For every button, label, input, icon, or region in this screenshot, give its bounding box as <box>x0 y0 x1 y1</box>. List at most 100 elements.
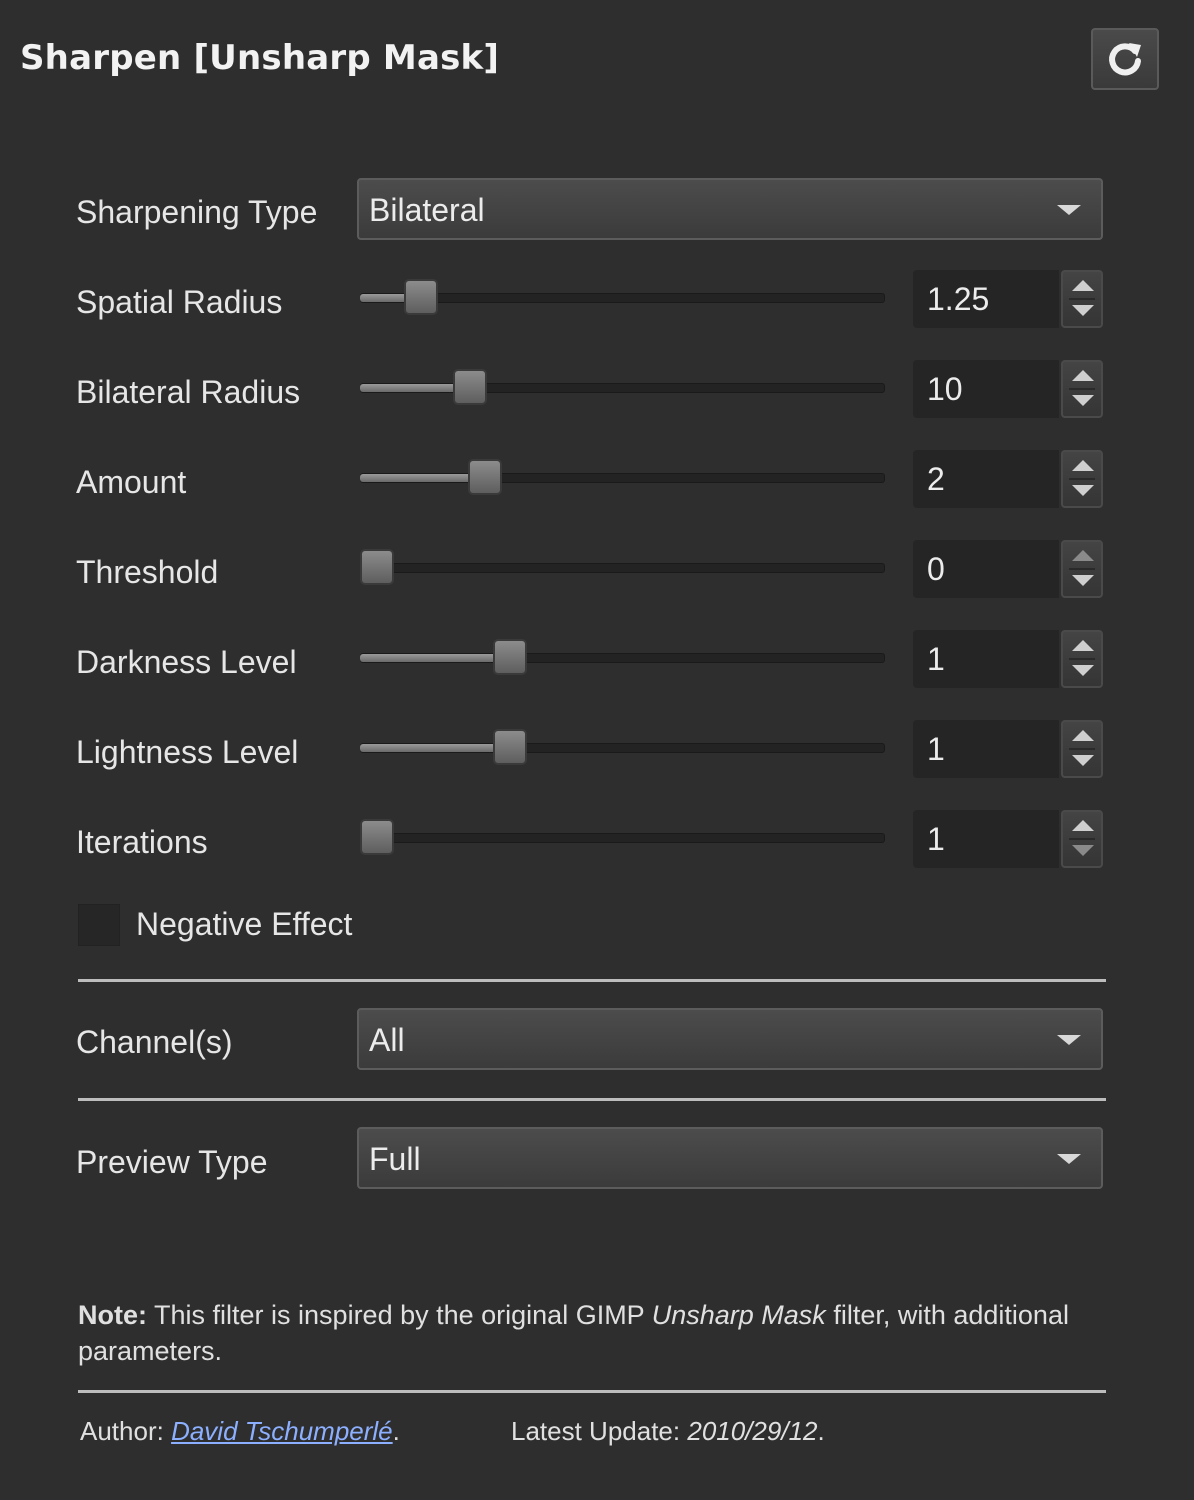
spin-up-icon[interactable] <box>1072 370 1094 381</box>
slider-fill <box>360 654 510 662</box>
channels-value: All <box>369 1022 405 1058</box>
divider <box>78 1390 1106 1393</box>
spin-down-icon[interactable] <box>1072 845 1094 856</box>
lightness-level-value: 1 <box>927 731 945 767</box>
sharpening-type-value: Bilateral <box>369 192 485 228</box>
amount-slider[interactable] <box>360 457 885 501</box>
bilateral-radius-slider[interactable] <box>360 367 885 411</box>
spin-up-icon[interactable] <box>1072 640 1094 651</box>
spin-down-icon[interactable] <box>1072 485 1094 496</box>
sharpening-type-label: Sharpening Type <box>76 194 318 230</box>
spin-down-icon[interactable] <box>1072 575 1094 586</box>
bilateral-radius-input[interactable]: 10 <box>913 360 1059 418</box>
lightness-level-input[interactable]: 1 <box>913 720 1059 778</box>
author-suffix: . <box>392 1416 400 1446</box>
amount-value: 2 <box>927 461 945 497</box>
darkness-level-label: Darkness Level <box>76 644 297 680</box>
slider-handle[interactable] <box>453 369 488 405</box>
slider-groove <box>360 833 885 843</box>
darkness-level-value: 1 <box>927 641 945 677</box>
preview-type-select[interactable]: Full <box>357 1127 1103 1189</box>
slider-handle[interactable] <box>492 729 527 765</box>
threshold-spinbox[interactable]: 0 <box>913 540 1103 598</box>
bilateral-radius-label: Bilateral Radius <box>76 374 301 410</box>
slider-handle[interactable] <box>360 819 394 855</box>
spin-down-icon[interactable] <box>1072 665 1094 676</box>
spin-up-icon[interactable] <box>1072 280 1094 291</box>
spin-buttons[interactable] <box>1061 360 1103 418</box>
spin-buttons[interactable] <box>1061 540 1103 598</box>
update-line: Latest Update: 2010/29/12. <box>511 1416 825 1447</box>
slider-fill <box>360 744 510 752</box>
lightness-level-spinbox[interactable]: 1 <box>913 720 1103 778</box>
spin-up-icon[interactable] <box>1072 460 1094 471</box>
threshold-label: Threshold <box>76 554 219 590</box>
slider-handle[interactable] <box>468 459 503 495</box>
channels-select[interactable]: All <box>357 1008 1103 1070</box>
slider-handle[interactable] <box>492 639 527 675</box>
spatial-radius-spinbox[interactable]: 1.25 <box>913 270 1103 328</box>
bilateral-radius-spinbox[interactable]: 10 <box>913 360 1103 418</box>
amount-spinbox[interactable]: 2 <box>913 450 1103 508</box>
threshold-value: 0 <box>927 551 945 587</box>
amount-label: Amount <box>76 464 187 500</box>
chevron-down-icon <box>1057 205 1081 215</box>
author-line: Author: David Tschumperlé. <box>80 1416 400 1447</box>
channels-label: Channel(s) <box>76 1024 233 1060</box>
lightness-level-slider[interactable] <box>360 727 885 771</box>
spatial-radius-value: 1.25 <box>927 281 990 317</box>
threshold-input[interactable]: 0 <box>913 540 1059 598</box>
update-suffix: . <box>817 1416 825 1446</box>
amount-input[interactable]: 2 <box>913 450 1059 508</box>
preview-type-value: Full <box>369 1141 421 1177</box>
spin-up-icon[interactable] <box>1072 820 1094 831</box>
bilateral-radius-value: 10 <box>927 371 963 407</box>
preview-type-label: Preview Type <box>76 1144 268 1180</box>
refresh-icon <box>1109 43 1141 76</box>
spin-up-icon[interactable] <box>1072 550 1094 561</box>
iterations-value: 1 <box>927 821 945 857</box>
update-value: 2010/29/12 <box>687 1416 818 1446</box>
iterations-spinbox[interactable]: 1 <box>913 810 1103 868</box>
threshold-slider[interactable] <box>360 547 885 591</box>
darkness-level-slider[interactable] <box>360 637 885 681</box>
lightness-level-label: Lightness Level <box>76 734 299 770</box>
spin-buttons[interactable] <box>1061 720 1103 778</box>
spin-down-icon[interactable] <box>1072 305 1094 316</box>
note-text: This filter is inspired by the original … <box>154 1300 645 1330</box>
darkness-level-input[interactable]: 1 <box>913 630 1059 688</box>
darkness-level-spinbox[interactable]: 1 <box>913 630 1103 688</box>
author-link[interactable]: David Tschumperlé <box>171 1416 393 1446</box>
note-prefix: Note: <box>78 1300 147 1330</box>
chevron-down-icon <box>1057 1035 1081 1045</box>
slider-groove <box>360 563 885 573</box>
spin-buttons[interactable] <box>1061 450 1103 508</box>
sharpening-type-select[interactable]: Bilateral <box>357 178 1103 240</box>
spin-down-icon[interactable] <box>1072 755 1094 766</box>
chevron-down-icon <box>1057 1154 1081 1164</box>
iterations-input[interactable]: 1 <box>913 810 1059 868</box>
spin-buttons[interactable] <box>1061 810 1103 868</box>
spatial-radius-label: Spatial Radius <box>76 284 283 320</box>
author-label: Author: <box>80 1416 164 1446</box>
filter-note: Note: This filter is inspired by the ori… <box>78 1297 1098 1369</box>
spin-up-icon[interactable] <box>1072 730 1094 741</box>
spin-buttons[interactable] <box>1061 270 1103 328</box>
slider-fill <box>360 474 486 482</box>
spin-buttons[interactable] <box>1061 630 1103 688</box>
iterations-label: Iterations <box>76 824 208 860</box>
reset-button[interactable] <box>1091 28 1159 90</box>
slider-handle[interactable] <box>360 549 394 585</box>
spatial-radius-input[interactable]: 1.25 <box>913 270 1059 328</box>
negative-effect-checkbox[interactable] <box>78 904 120 946</box>
slider-groove <box>360 293 885 303</box>
negative-effect-label: Negative Effect <box>136 906 353 942</box>
iterations-slider[interactable] <box>360 817 885 861</box>
divider <box>78 979 1106 982</box>
spatial-radius-slider[interactable] <box>360 277 885 321</box>
spin-down-icon[interactable] <box>1072 395 1094 406</box>
slider-handle[interactable] <box>404 279 439 315</box>
note-italic: Unsharp Mask <box>651 1300 826 1330</box>
page-title: Sharpen [Unsharp Mask] <box>20 38 500 78</box>
update-label: Latest Update: <box>511 1416 681 1446</box>
